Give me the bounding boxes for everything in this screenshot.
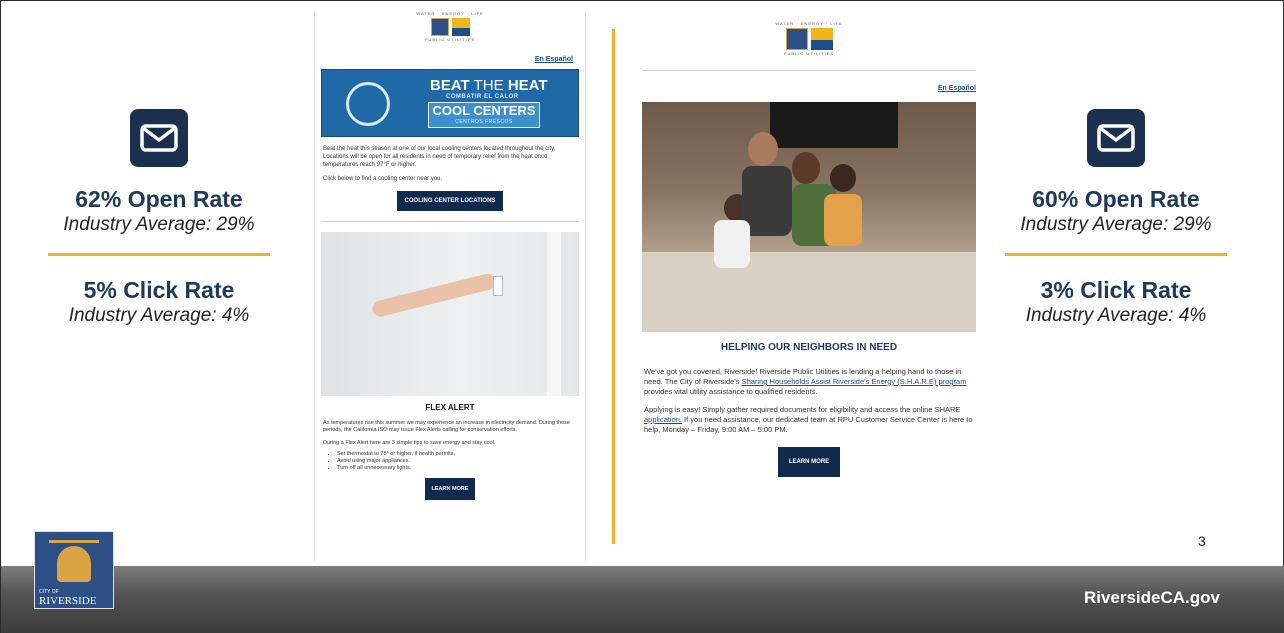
tips-list: Set thermostat to 78° or higher, if heal…: [315, 451, 585, 472]
espanol-link[interactable]: En Español: [642, 85, 976, 92]
logo-tagline: WATER · ENERGY · LIFE: [416, 11, 484, 16]
page-number: 3: [1198, 533, 1206, 549]
footer-bar: RiversideCA.gov: [1, 566, 1284, 633]
bell-logo-icon: [785, 28, 808, 50]
header-divider: [642, 70, 976, 71]
rpu-logo: WATER · ENERGY · LIFE PUBLIC UTILITIES: [315, 11, 585, 42]
beat-the-heat-banner: BEAT THE HEAT COMBATIR EL CALOR COOL CEN…: [321, 69, 579, 137]
stat-divider: [1005, 253, 1227, 256]
espanol-link[interactable]: En Español: [315, 56, 573, 63]
slide: 62% Open Rate Industry Average: 29% 5% C…: [0, 0, 1284, 633]
email-preview-cool-centers: WATER · ENERGY · LIFE PUBLIC UTILITIES E…: [314, 11, 586, 561]
flex-alert-body: As temperatures rise this summer we may …: [323, 420, 570, 433]
open-rate: 60% Open Rate: [1032, 186, 1200, 212]
envelope-icon: [1087, 109, 1145, 167]
cool-centers-badge: COOL CENTERS CENTROS FRESCOS: [428, 102, 540, 128]
logo-name: PUBLIC UTILITIES: [783, 51, 835, 56]
bell-logo-icon: [430, 18, 449, 36]
rpu-logo: WATER · ENERGY · LIFE PUBLIC UTILITIES: [642, 21, 976, 56]
city-seal-logo: CITY OF RIVERSIDE: [34, 531, 114, 609]
left-stats: 62% Open Rate Industry Average: 29% 5% C…: [24, 109, 294, 328]
logo-tagline: WATER · ENERGY · LIFE: [775, 21, 843, 26]
family-photo: [642, 102, 976, 332]
cooling-center-locations-button[interactable]: COOLING CENTER LOCATIONS: [397, 191, 503, 211]
gold-vertical-divider: [612, 29, 615, 544]
banner-subtitle: COMBATIR EL CALOR: [446, 94, 519, 100]
share-intro: We've got you covered, Riverside! Rivers…: [644, 367, 967, 396]
share-apply: Applying is easy! Simply gather required…: [644, 405, 973, 434]
email-preview-share-program: WATER · ENERGY · LIFE PUBLIC UTILITIES E…: [642, 21, 976, 541]
section-divider: [321, 221, 579, 222]
open-rate: 62% Open Rate: [75, 186, 243, 212]
list-item: Avoid using major appliances.: [337, 458, 585, 465]
helping-neighbors-title: HELPING OUR NEIGHBORS IN NEED: [720, 342, 898, 353]
list-item: Turn off all unnecessary lights.: [337, 465, 585, 472]
logo-name: PUBLIC UTILITIES: [424, 37, 476, 42]
banner-title: BEAT THE HEAT: [430, 77, 548, 94]
wave-logo-icon: [451, 18, 470, 36]
flex-alert-title: FLEX ALERT: [425, 403, 475, 412]
list-item: Set thermostat to 78° or higher, if heal…: [337, 451, 585, 458]
website-link[interactable]: RiversideCA.gov: [1084, 588, 1220, 608]
fan-icon: [346, 82, 390, 126]
wave-logo-icon: [810, 28, 833, 50]
learn-more-button[interactable]: LEARN MORE: [425, 478, 475, 500]
cool-centers-intro: Beat the heat this season at one of our …: [323, 146, 556, 168]
open-rate-average: Industry Average: 29%: [1020, 214, 1212, 235]
open-rate-average: Industry Average: 29%: [63, 214, 255, 235]
click-rate: 5% Click Rate: [83, 277, 235, 303]
click-rate-average: Industry Average: 4%: [1025, 305, 1207, 326]
click-rate-average: Industry Average: 4%: [68, 305, 250, 326]
share-program-link[interactable]: Sharing Households Assist Riverside's En…: [742, 377, 967, 386]
click-rate: 3% Click Rate: [1040, 277, 1192, 303]
stat-divider: [48, 253, 270, 256]
share-application-link[interactable]: application.: [644, 415, 682, 424]
right-stats: 60% Open Rate Industry Average: 29% 3% C…: [981, 109, 1251, 328]
tips-intro: During a Flex Alert here are 3 simple ti…: [323, 440, 496, 446]
envelope-icon: [130, 109, 188, 167]
light-switch-photo: [321, 232, 579, 396]
click-below-text: Click below to find a cooling center nea…: [323, 176, 443, 182]
learn-more-button[interactable]: LEARN MORE: [778, 447, 840, 477]
bell-icon: [57, 546, 91, 582]
